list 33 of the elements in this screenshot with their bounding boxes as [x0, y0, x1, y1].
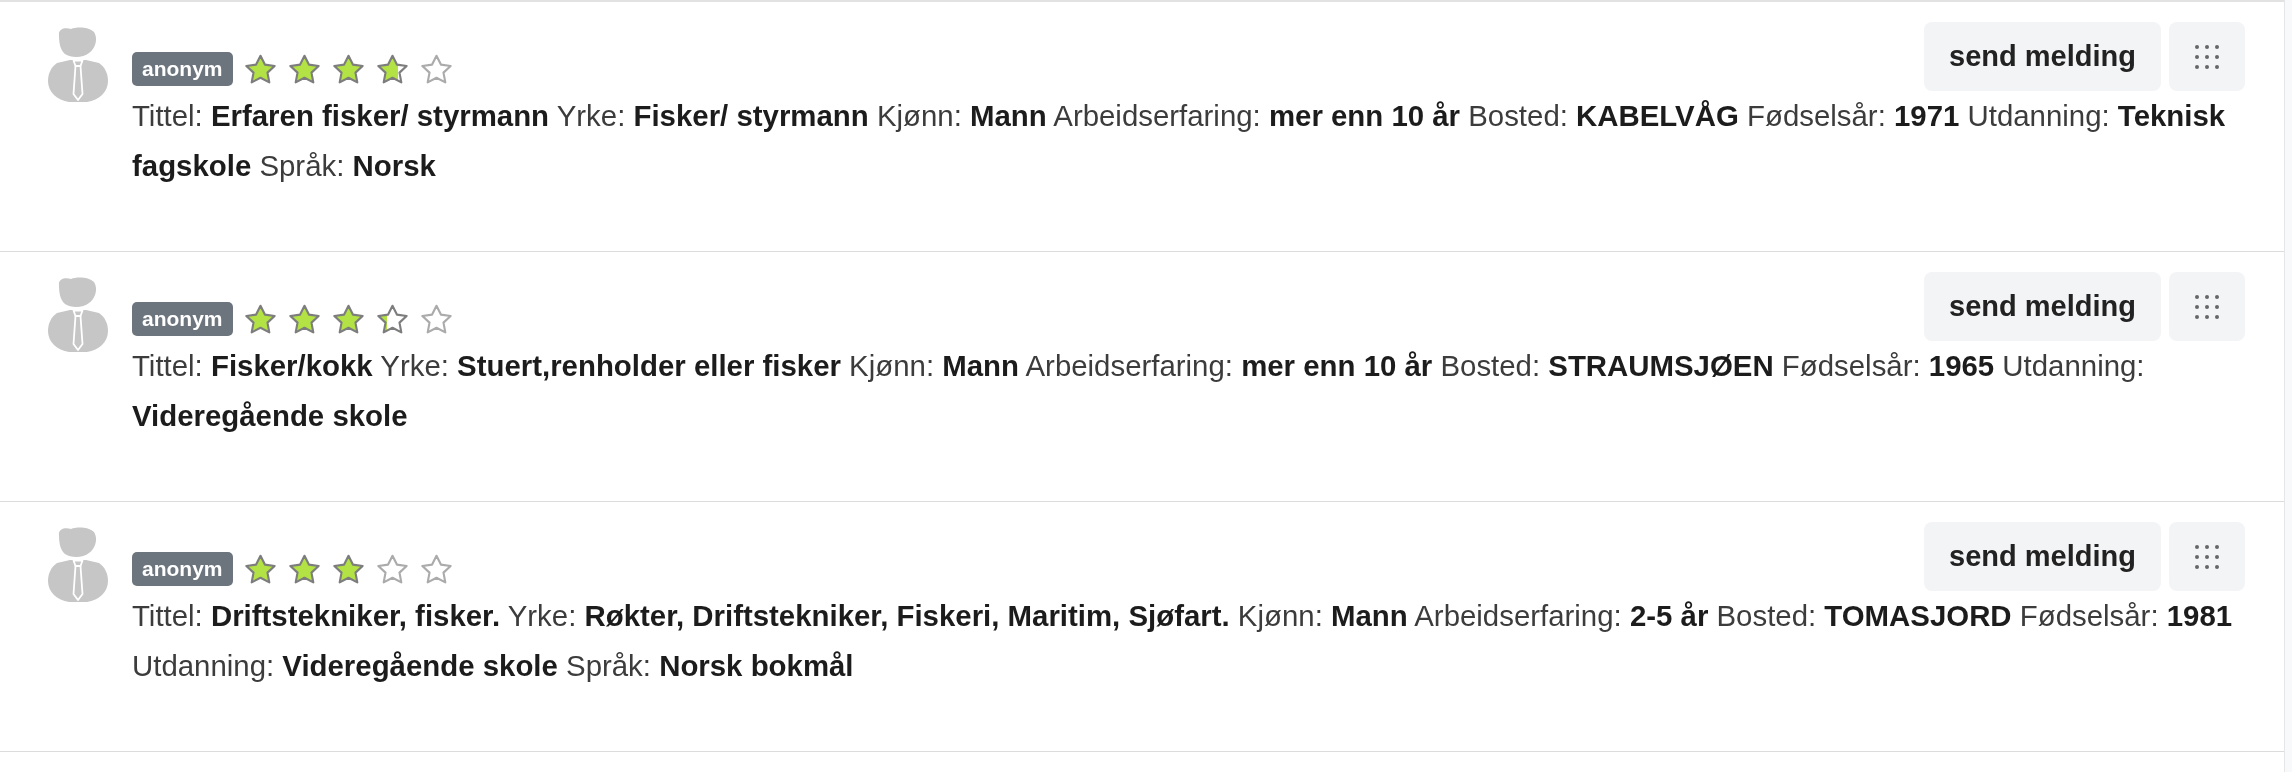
dots-grid-icon: [2195, 44, 2219, 69]
profile-details: Tittel: Fisker/kokk Yrke: Stuert,renholder eller fisker Kjønn: Mann Arbeidserfaring: mer enn 10 år Bosted: STRAUMSJØEN Fødselsår: 1965 Utdanning: Videregående skole: [132, 348, 2146, 434]
star-icon: [288, 54, 320, 84]
anonymous-badge: anonym: [132, 552, 233, 586]
anonymous-badge: anonym: [132, 302, 233, 336]
star-icon: [244, 304, 276, 334]
star-icon: [420, 554, 452, 584]
star-icon: [420, 304, 452, 334]
avatar-icon: [48, 527, 108, 602]
star-icon: [420, 54, 452, 84]
star-icon: [288, 554, 320, 584]
star-icon: [332, 54, 364, 84]
more-button[interactable]: [2169, 22, 2245, 91]
star-icon: [376, 304, 408, 334]
star-icon: [288, 304, 320, 334]
anonymous-badge: anonym: [132, 52, 233, 86]
dots-grid-icon: [2195, 544, 2219, 569]
dots-grid-icon: [2195, 294, 2219, 319]
send-message-button[interactable]: send melding: [1924, 22, 2161, 91]
avatar-icon: [48, 277, 108, 352]
star-icon: [332, 554, 364, 584]
more-button[interactable]: [2169, 272, 2245, 341]
more-button[interactable]: [2169, 522, 2245, 591]
send-message-button[interactable]: send melding: [1924, 272, 2161, 341]
star-icon: [244, 554, 276, 584]
star-icon: [376, 54, 408, 84]
star-icon: [332, 304, 364, 334]
profile-details: Tittel: Driftstekniker, fisker. Yrke: Røkter, Driftstekniker, Fiskeri, Maritim, Sjøfart. Kjønn: Mann Arbeidserfaring: 2-5 år Bosted: TOMASJORD Fødselsår: 1981 Utdanning: Videregående skole Språk: Norsk bokmål: [132, 598, 2234, 684]
star-icon: [376, 554, 408, 584]
send-message-button[interactable]: send melding: [1924, 522, 2161, 591]
profile-details: Tittel: Erfaren fisker/ styrmann Yrke: Fisker/ styrmann Kjønn: Mann Arbeidserfaring: mer enn 10 år Bosted: KABELVÅG Fødselsår: 1971 Utdanning: Teknisk fagskole Språk: Norsk: [132, 98, 2227, 184]
star-icon: [244, 54, 276, 84]
avatar-icon: [48, 27, 108, 102]
